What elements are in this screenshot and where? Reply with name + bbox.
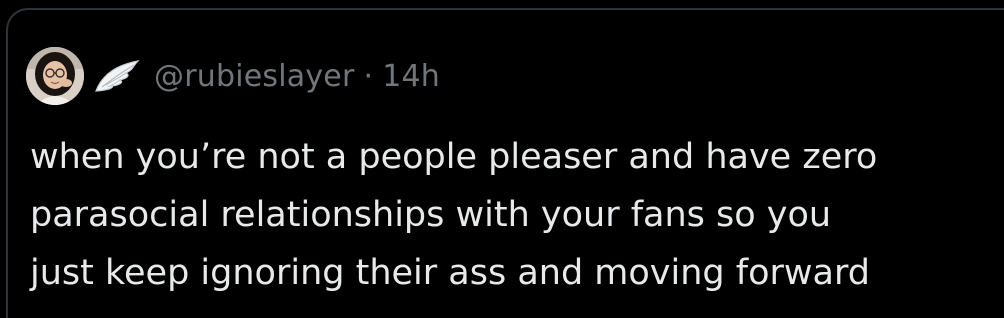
avatar[interactable] (26, 47, 84, 105)
tweet-timestamp[interactable]: 14h (382, 59, 440, 94)
tweet-card[interactable]: @rubieslayer · 14h when you’re not a peo… (6, 8, 1004, 318)
angel-wing-icon (92, 57, 142, 95)
user-handle[interactable]: @rubieslayer (154, 59, 354, 94)
avatar-photo-icon (26, 47, 84, 105)
tweet-text-line: when you’re not a people pleaser and hav… (30, 137, 878, 177)
tweet-text-line: just keep ignoring their ass and moving … (30, 253, 870, 293)
tweet-text-line: parasocial relationships with your fans … (30, 195, 832, 235)
tweet-header: @rubieslayer · 14h (26, 44, 440, 108)
tweet-meta: @rubieslayer · 14h (154, 59, 440, 94)
meta-separator: · (363, 58, 374, 94)
tweet-text: when you’re not a people pleaser and hav… (30, 128, 990, 302)
